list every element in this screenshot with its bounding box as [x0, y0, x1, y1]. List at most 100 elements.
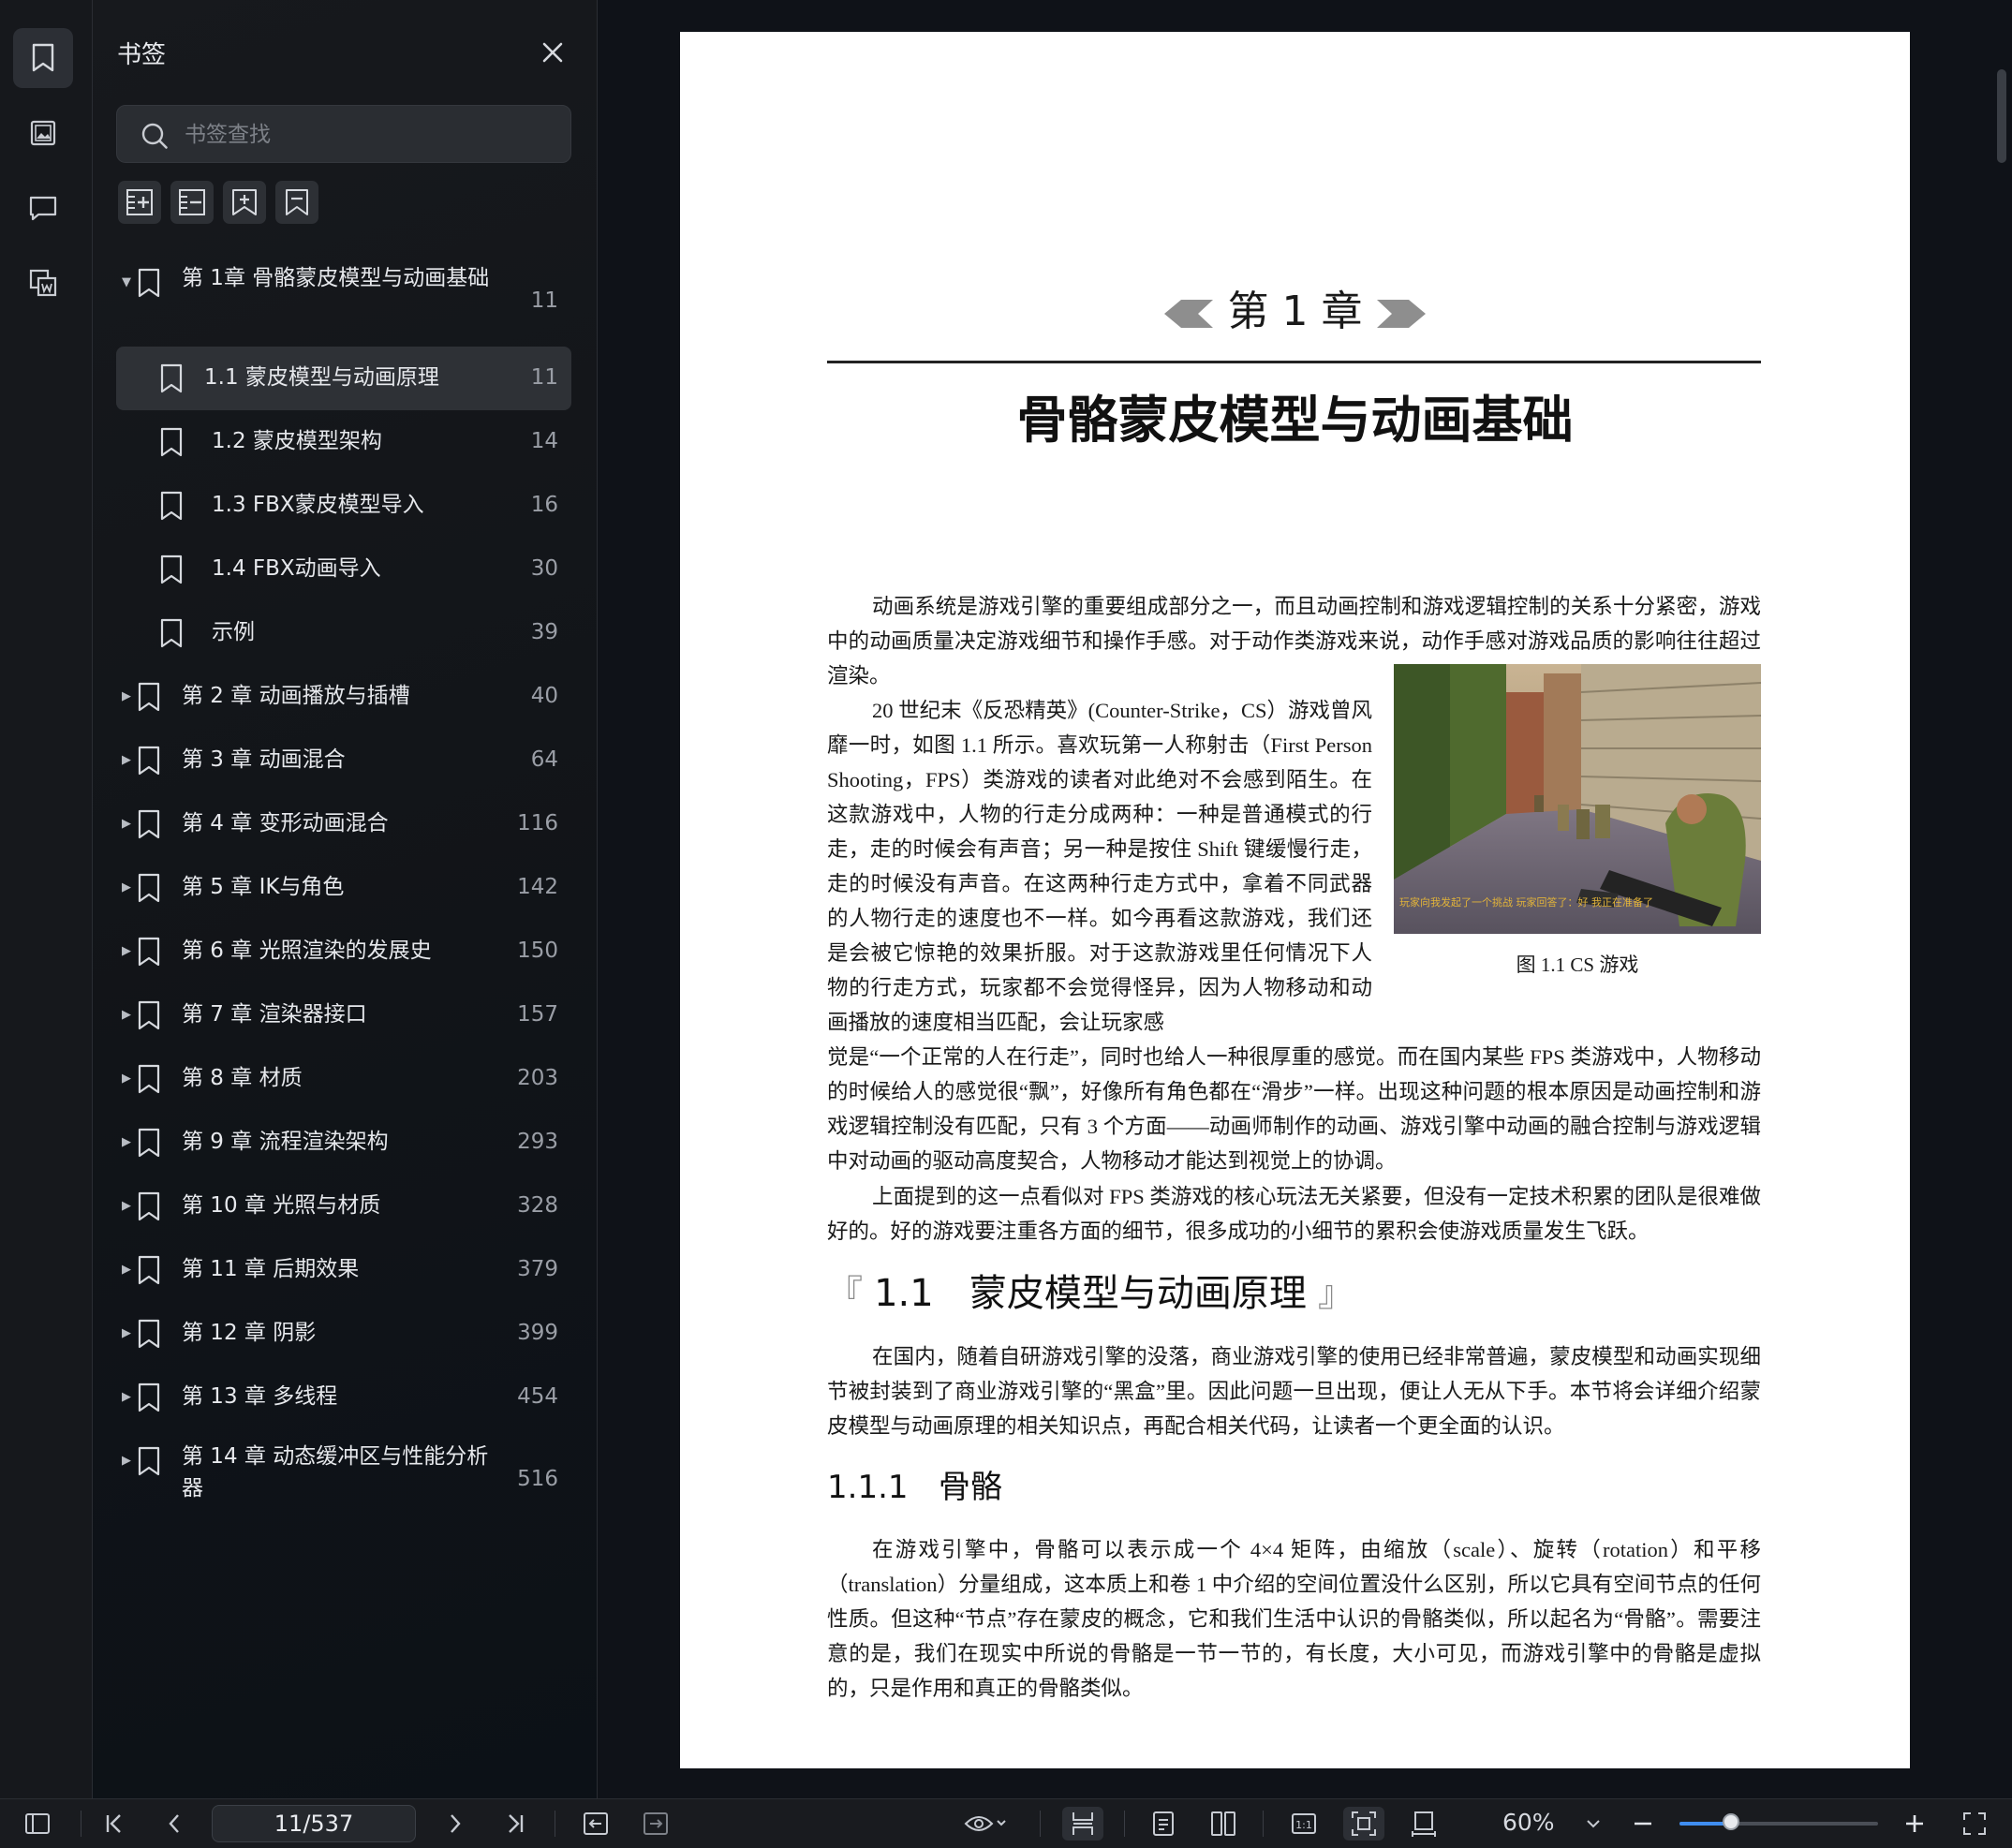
bookmark-flag-icon	[137, 873, 161, 907]
bookmark-item[interactable]: 示例 39	[116, 601, 571, 665]
navigate-back-icon[interactable]	[577, 1807, 614, 1841]
bookmark-flag-icon	[159, 427, 184, 461]
document-viewport[interactable]: 第 1 章 骨骼蒙皮模型与动画基础 动画系统是游戏引擎的重要组成部分之一，而且动…	[598, 0, 2012, 1798]
bookmark-item[interactable]: 1.2 蒙皮模型架构 14	[116, 410, 571, 474]
bookmark-page-number: 11	[530, 365, 558, 390]
bookmark-search-input[interactable]	[183, 106, 561, 164]
eye-icon[interactable]	[957, 1807, 1013, 1841]
bookmark-item[interactable]: ▶ 第 11 章 后期效果 379	[116, 1238, 571, 1302]
caret-right-icon[interactable]: ▶	[120, 944, 133, 958]
bookmark-page-number: 142	[517, 875, 558, 899]
bookmark-item[interactable]: ▶ 第 3 章 动画混合 64	[116, 729, 571, 792]
bookmark-item[interactable]: ▶ 第 7 章 渲染器接口 157	[116, 983, 571, 1047]
caret-right-icon[interactable]: ▶	[120, 1454, 133, 1468]
bookmark-item[interactable]: ▶ 第 14 章 动态缓冲区与性能分析器 516	[116, 1429, 571, 1525]
fit-page-icon[interactable]	[1343, 1807, 1384, 1841]
bookmark-flag-icon	[137, 1319, 161, 1353]
section-bracket-right: 』	[1306, 1273, 1354, 1314]
zoom-slider-handle[interactable]	[1723, 1813, 1739, 1830]
bookmark-label: 第 2 章 动画播放与插槽	[182, 684, 410, 708]
caret-right-icon[interactable]: ▶	[120, 1072, 133, 1086]
bookmark-item[interactable]: ▶ 第 4 章 变形动画混合 116	[116, 792, 571, 856]
add-bookmark-icon[interactable]	[223, 181, 266, 224]
subsection-heading: 1.1.1 骨骼	[827, 1461, 1002, 1507]
zoom-out-icon[interactable]	[1626, 1807, 1660, 1841]
bookmark-item[interactable]: ▶ 第 2 章 动画播放与插槽 40	[116, 665, 571, 729]
thumbnail-icon[interactable]	[13, 253, 73, 313]
collapse-all-icon[interactable]	[170, 181, 214, 224]
continuous-scroll-icon[interactable]	[1062, 1807, 1103, 1841]
bookmark-icon[interactable]	[13, 28, 73, 88]
bookmark-label: 1.4 FBX动画导入	[212, 556, 381, 581]
subsection-title: 骨骼	[938, 1469, 1002, 1506]
zoom-in-icon[interactable]	[1898, 1807, 1931, 1841]
bookmark-label: 第 3 章 动画混合	[182, 747, 346, 772]
paragraph-5: 在游戏引擎中，骨骼可以表示成一个 4×4 矩阵，由缩放（scale）、旋转（ro…	[827, 1538, 1761, 1700]
bookmark-item[interactable]: ▶ 第 6 章 光照渲染的发展史 150	[116, 920, 571, 983]
bookmark-page-number: 399	[517, 1321, 558, 1345]
navigate-forward-icon[interactable]	[637, 1807, 674, 1841]
svg-text:1:1: 1:1	[1295, 1819, 1312, 1831]
fit-width-icon[interactable]	[1403, 1807, 1444, 1841]
bookmark-item[interactable]: ▶ 第 12 章 阴影 399	[116, 1302, 571, 1366]
chapter-left-decoration	[1163, 300, 1213, 328]
bookmark-flag-icon	[137, 1064, 161, 1098]
bookmark-item[interactable]: ▶ 第 5 章 IK与角色 142	[116, 856, 571, 920]
paragraph-3: 上面提到的这一点看似对 FPS 类游戏的核心玩法无关紧要，但没有一定技术积累的团…	[827, 1185, 1761, 1243]
subsection-number: 1.1.1	[827, 1469, 909, 1506]
zoom-level-label[interactable]: 60%	[1502, 1809, 1555, 1836]
caret-right-icon[interactable]: ▶	[120, 689, 133, 703]
first-page-icon[interactable]	[96, 1807, 133, 1841]
single-page-icon[interactable]	[1143, 1807, 1184, 1841]
comment-icon[interactable]	[13, 178, 73, 238]
toolbar-divider	[1124, 1811, 1125, 1837]
paragraph-2b: 觉是“一个正常的人在行走”，同时也给人一种很厚重的感觉。而在国内某些 FPS 类…	[827, 1045, 1761, 1173]
caret-right-icon[interactable]: ▶	[120, 880, 133, 894]
bookmark-page-number: 16	[530, 493, 558, 517]
bookmark-page-number: 150	[517, 939, 558, 963]
bookmark-item[interactable]: 1.4 FBX动画导入 30	[116, 538, 571, 601]
actual-size-icon[interactable]: 1:1	[1283, 1807, 1324, 1841]
bookmark-page-number: 39	[530, 620, 558, 644]
caret-right-icon[interactable]: ▶	[120, 817, 133, 831]
bookmark-page-number: 379	[517, 1257, 558, 1281]
bookmark-item[interactable]: ▶ 第 13 章 多线程 454	[116, 1366, 571, 1429]
caret-right-icon[interactable]: ▶	[120, 753, 133, 767]
image-icon[interactable]	[13, 103, 73, 163]
fullscreen-icon[interactable]	[1956, 1807, 1993, 1841]
bookmark-item[interactable]: ▶ 第 9 章 流程渲染架构 293	[116, 1111, 571, 1175]
caret-down-icon[interactable]: ▼	[120, 275, 133, 289]
caret-right-icon[interactable]: ▶	[120, 1135, 133, 1149]
zoom-slider[interactable]	[1679, 1813, 1878, 1830]
caret-right-icon[interactable]: ▶	[120, 1326, 133, 1340]
bookmark-page-number: 157	[517, 1002, 558, 1027]
bookmark-flag-icon[interactable]	[275, 181, 318, 224]
section-heading: 『 1.1 蒙皮模型与动画原理 』	[827, 1263, 1354, 1317]
section-title: 蒙皮模型与动画原理	[969, 1272, 1307, 1315]
bookmark-item[interactable]: 1.1 蒙皮模型与动画原理 11	[116, 347, 571, 410]
zoom-dropdown-chevron-down-icon[interactable]	[1579, 1807, 1607, 1841]
caret-right-icon[interactable]: ▶	[120, 1008, 133, 1022]
bookmark-item[interactable]: ▶ 第 10 章 光照与材质 328	[116, 1175, 571, 1238]
caret-right-icon[interactable]: ▶	[120, 1199, 133, 1213]
last-page-icon[interactable]	[496, 1807, 534, 1841]
bookmark-item[interactable]: ▶ 第 8 章 材质 203	[116, 1047, 571, 1111]
chapter-title: 骨骼蒙皮模型与动画基础	[1016, 391, 1574, 450]
caret-right-icon[interactable]: ▶	[120, 1263, 133, 1277]
paragraph-2a: 20 世纪末《反恐精英》(Counter-Strike，CS）游戏曾风靡一时，如…	[827, 699, 1372, 1034]
vertical-scrollbar[interactable]	[1997, 69, 2006, 163]
sidebar-toggle-icon[interactable]	[19, 1807, 56, 1841]
close-icon[interactable]	[536, 36, 570, 69]
expand-all-icon[interactable]	[118, 181, 161, 224]
bookmark-item[interactable]: 1.3 FBX蒙皮模型导入 16	[116, 474, 571, 538]
next-page-icon[interactable]	[436, 1807, 474, 1841]
bookmark-label: 第 8 章 材质	[182, 1066, 303, 1090]
bookmark-item[interactable]: ▼ 第 1章 骨骼蒙皮模型与动画基础 11	[116, 251, 571, 347]
double-page-icon[interactable]	[1203, 1807, 1244, 1841]
previous-page-icon[interactable]	[155, 1807, 193, 1841]
bookmark-flag-icon	[159, 363, 184, 397]
caret-right-icon[interactable]: ▶	[120, 1390, 133, 1404]
bookmark-label: 第 1章 骨骼蒙皮模型与动画基础	[182, 266, 490, 290]
bookmark-label: 1.2 蒙皮模型架构	[212, 429, 382, 453]
page-number-input[interactable]: 11/537	[212, 1805, 416, 1842]
